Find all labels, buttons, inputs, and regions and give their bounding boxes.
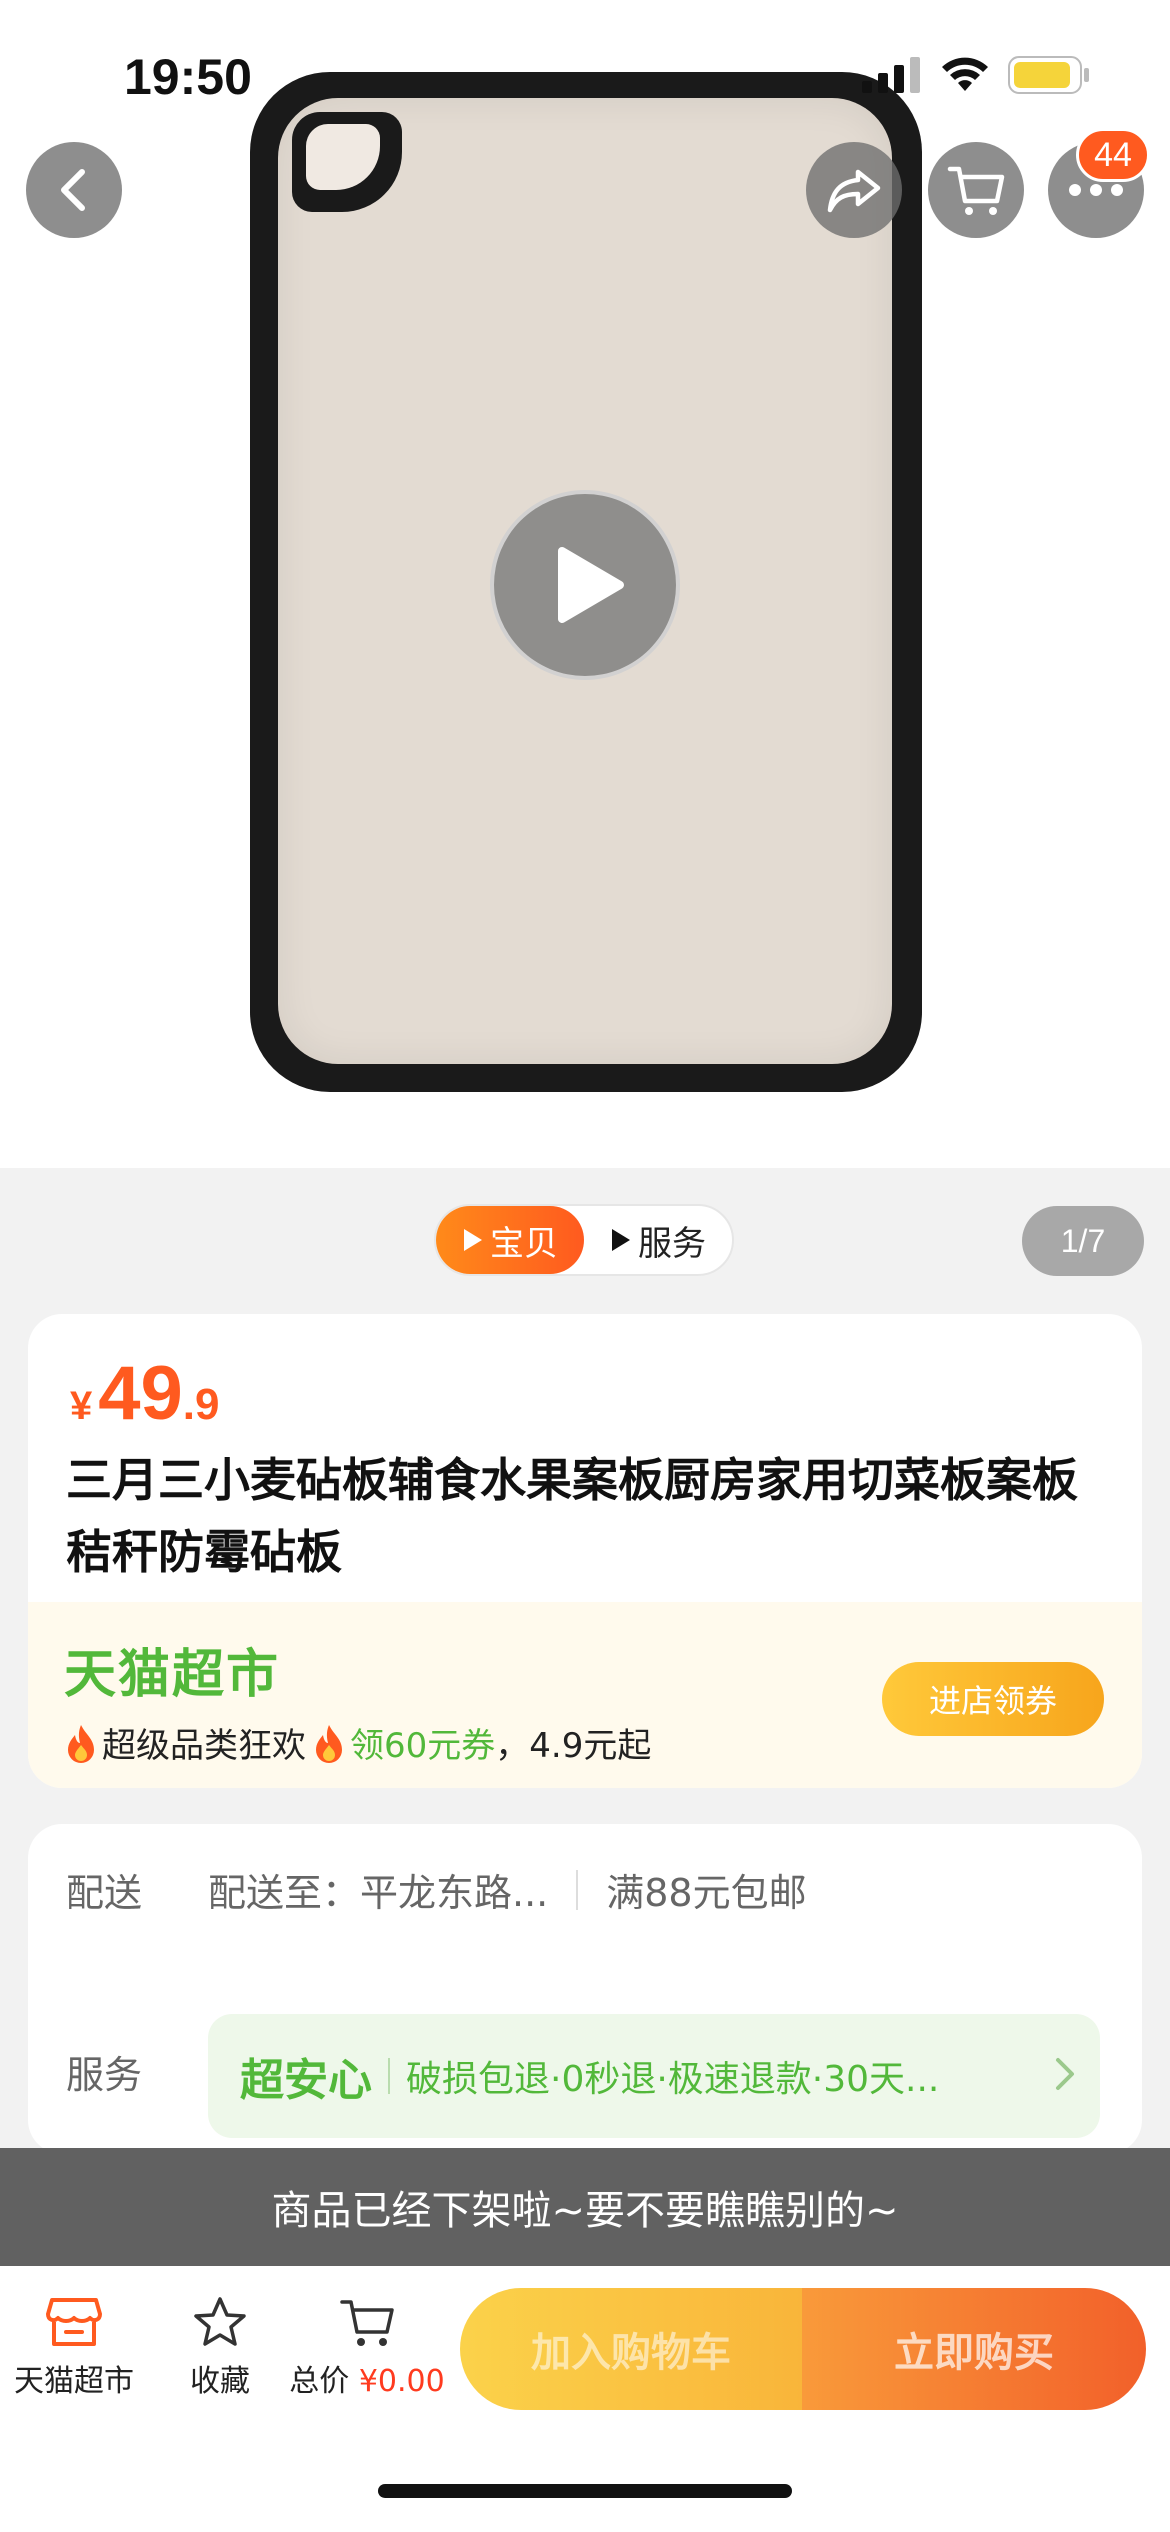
price-decimal: .9	[182, 1380, 220, 1429]
play-icon	[612, 1229, 630, 1251]
store-tab-label: 天猫超市	[14, 2364, 134, 2399]
purchase-actions: 加入购物车 立即购买	[460, 2288, 1146, 2410]
play-video-button[interactable]	[490, 490, 680, 680]
store-icon	[46, 2298, 102, 2346]
delivery-address: 配送至：平龙东路...	[208, 1871, 549, 1915]
play-icon	[558, 547, 624, 623]
delivery-label: 配送	[66, 1871, 143, 1915]
add-to-cart-button[interactable]: 加入购物车	[460, 2288, 802, 2410]
flame-icon	[68, 1724, 94, 1763]
assurance-details: 破损包退·0秒退·极速退款·30天...	[406, 2059, 940, 2100]
favorite-button[interactable]: 收藏	[170, 2296, 270, 2400]
tab-service-label: 服务	[638, 1223, 706, 1264]
cart-icon	[947, 166, 1005, 215]
image-page-indicator: 1/7	[1022, 1206, 1144, 1276]
back-button[interactable]	[26, 142, 122, 238]
product-price: ¥ 49 .9	[70, 1350, 220, 1437]
flame-icon	[316, 1724, 342, 1763]
status-bar: 19:50	[0, 0, 1170, 150]
cart-icon	[340, 2300, 394, 2346]
store-promo: 超级品类狂欢 领60元券 ，4.9元起	[64, 1718, 651, 1767]
tab-product[interactable]: 宝贝	[436, 1206, 584, 1274]
share-icon	[827, 169, 881, 213]
tab-service[interactable]: 服务	[584, 1216, 732, 1265]
home-indicator[interactable]	[378, 2484, 792, 2498]
divider	[388, 2058, 390, 2094]
product-title: 三月三小麦砧板辅食水果案板厨房家用切菜板案板秸秆防霉砧板	[66, 1453, 1078, 1579]
delisted-toast: 商品已经下架啦~要不要瞧瞧别的~	[0, 2148, 1170, 2266]
promo-suffix: ，4.9元起	[495, 1726, 652, 1766]
total-value: ¥0.00	[358, 2364, 445, 2399]
star-icon	[194, 2297, 246, 2346]
media-tabs: 宝贝 服务	[434, 1204, 734, 1276]
cart-count-badge: 44	[1076, 128, 1150, 182]
product-info-card: ¥ 49 .9 三月三小麦砧板辅食水果案板厨房家用切菜板案板秸秆防霉砧板 天猫超…	[28, 1314, 1142, 1788]
delivery-service-card: 配送 配送至：平龙东路... 满88元包邮 服务 超安心 破损包退·0秒退·极速…	[28, 1824, 1142, 2154]
enter-store-coupon-button[interactable]: 进店领券	[882, 1662, 1104, 1736]
total-label: 总价	[289, 2364, 350, 2399]
store-promo-band[interactable]: 天猫超市 超级品类狂欢 领60元券 ，4.9元起 进店领券	[28, 1602, 1142, 1788]
share-button[interactable]	[806, 142, 902, 238]
status-icons	[862, 56, 1090, 94]
favorite-label: 收藏	[190, 2364, 250, 2399]
more-icon	[1069, 184, 1123, 196]
wifi-icon	[942, 57, 988, 91]
shipping-policy: 满88元包邮	[606, 1871, 807, 1915]
tab-product-label: 宝贝	[490, 1223, 558, 1264]
cart-total: 总价 ¥0.00	[289, 2356, 444, 2400]
assurance-brand: 超安心	[240, 2055, 372, 2106]
promo-prefix: 超级品类狂欢	[102, 1726, 306, 1766]
service-label: 服务	[66, 2053, 143, 2097]
store-logo: 天猫超市	[64, 1645, 281, 1705]
store-tab-button[interactable]: 天猫超市	[12, 2296, 136, 2400]
service-assurance-row[interactable]: 超安心 破损包退·0秒退·极速退款·30天...	[208, 2014, 1100, 2138]
chevron-right-icon	[1056, 2058, 1074, 2090]
price-symbol: ¥	[70, 1384, 93, 1428]
battery-icon	[1008, 56, 1089, 94]
delivery-row[interactable]: 配送至：平龙东路... 满88元包邮	[208, 1862, 807, 1917]
promo-coupon: 领60元券	[350, 1726, 496, 1766]
buy-now-button[interactable]: 立即购买	[802, 2288, 1146, 2410]
divider	[576, 1869, 579, 1910]
back-icon	[61, 169, 85, 211]
cart-total-button[interactable]: 总价 ¥0.00	[289, 2296, 445, 2400]
cart-button[interactable]	[928, 142, 1024, 238]
play-icon	[464, 1229, 482, 1251]
signal-icon	[862, 57, 920, 93]
status-time: 19:50	[124, 49, 252, 105]
price-integer: 49	[98, 1351, 183, 1436]
